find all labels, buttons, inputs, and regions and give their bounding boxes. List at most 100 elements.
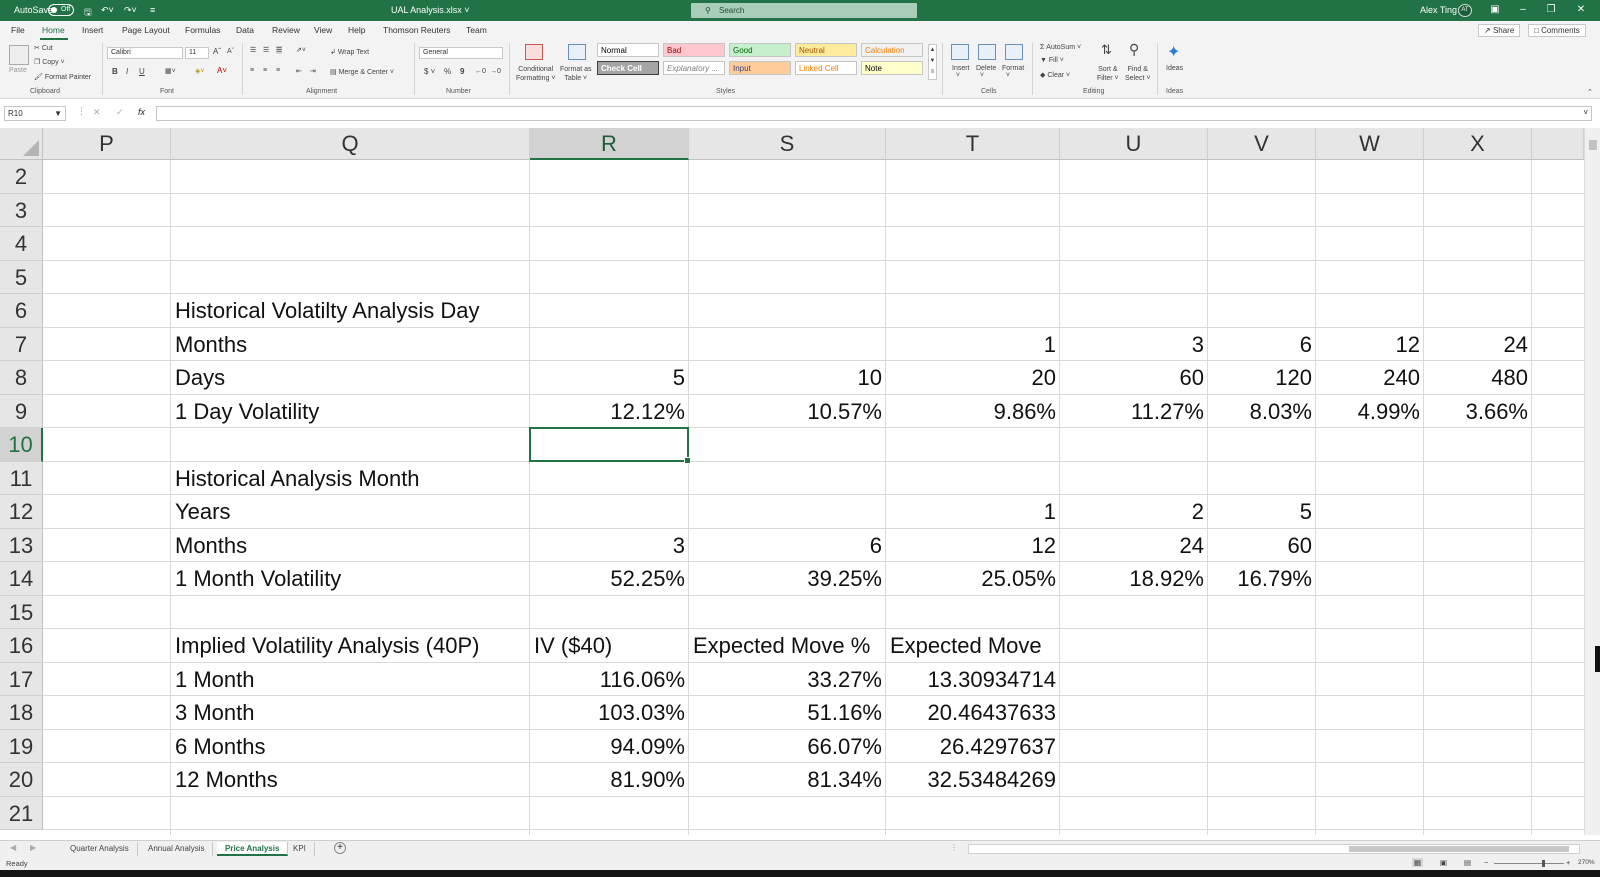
column-header-v[interactable]: V: [1208, 128, 1316, 160]
cell-t16[interactable]: Expected Move: [890, 629, 1042, 663]
column-header-s[interactable]: S: [689, 128, 886, 160]
cell-q7[interactable]: Months: [175, 328, 247, 362]
row-header-21[interactable]: 21: [0, 796, 43, 830]
increase-indent-icon[interactable]: ⇥: [310, 67, 316, 75]
format-cells-button[interactable]: Format ˅: [1002, 65, 1024, 79]
cell-s8[interactable]: 10: [693, 361, 882, 395]
column-header-q[interactable]: Q: [171, 128, 530, 160]
column-header-x[interactable]: X: [1424, 128, 1532, 160]
merge-center-button[interactable]: ▤ Merge & Center ˅: [330, 68, 394, 76]
cell-q8[interactable]: Days: [175, 361, 225, 395]
align-top-icon[interactable]: ☰: [250, 46, 256, 54]
cell-s13[interactable]: 6: [693, 529, 882, 563]
row-header-4[interactable]: 4: [0, 227, 43, 261]
cell-style-bad[interactable]: Bad: [663, 43, 725, 57]
cell-u9[interactable]: 11.27%: [1064, 395, 1204, 429]
row-header-2[interactable]: 2: [0, 160, 43, 194]
fill-button[interactable]: ▼ Fill ˅: [1040, 57, 1064, 64]
user-name[interactable]: Alex Ting: [1420, 5, 1457, 15]
cell-r20[interactable]: 81.90%: [534, 763, 685, 797]
cell-t13[interactable]: 12: [890, 529, 1056, 563]
ribbon-display-icon[interactable]: ▣: [1484, 3, 1506, 17]
row-header-3[interactable]: 3: [0, 193, 43, 227]
currency-button[interactable]: $ ˅: [424, 67, 435, 76]
sheet-tab-quarter-analysis[interactable]: Quarter Analysis: [62, 842, 138, 856]
tab-home[interactable]: Home: [42, 25, 65, 35]
column-header-w[interactable]: W: [1316, 128, 1424, 160]
cell-t8[interactable]: 20: [890, 361, 1056, 395]
cell-style-normal[interactable]: Normal: [597, 43, 659, 57]
column-header-partial[interactable]: [1532, 128, 1584, 160]
cell-t7[interactable]: 1: [890, 328, 1056, 362]
find-select-icon[interactable]: ⚲: [1129, 41, 1139, 58]
cut-button[interactable]: ✂ Cut: [34, 44, 53, 52]
autosum-button[interactable]: Σ AutoSum ˅: [1040, 44, 1081, 51]
zoom-in-icon[interactable]: +: [1566, 858, 1570, 867]
cell-t19[interactable]: 26.4297637: [890, 730, 1056, 764]
conditional-formatting-button[interactable]: Conditional Formatting ˅: [516, 65, 556, 83]
row-header-6[interactable]: 6: [0, 294, 43, 328]
tab-view[interactable]: View: [314, 25, 332, 35]
percent-button[interactable]: %: [444, 67, 451, 76]
ideas-button[interactable]: Ideas: [1166, 65, 1183, 72]
cell-s17[interactable]: 33.27%: [693, 663, 882, 697]
cell-style-note[interactable]: Note: [861, 61, 923, 75]
insert-cells-button[interactable]: Insert ˅: [952, 65, 970, 79]
zoom-slider-thumb[interactable]: [1542, 860, 1545, 867]
decrease-font-icon[interactable]: Aˇ: [227, 48, 234, 55]
cell-s14[interactable]: 39.25%: [693, 562, 882, 596]
borders-icon[interactable]: ▦˅: [165, 67, 176, 75]
align-right-icon[interactable]: ≡: [276, 67, 280, 74]
name-box-dropdown-icon[interactable]: ▼: [54, 107, 62, 120]
row-header-15[interactable]: 15: [0, 595, 43, 629]
page-break-view-icon[interactable]: ▤: [1464, 858, 1471, 867]
tab-insert[interactable]: Insert: [82, 25, 103, 35]
tab-data[interactable]: Data: [236, 25, 254, 35]
cell-r17[interactable]: 116.06%: [534, 663, 685, 697]
conditional-formatting-icon[interactable]: [525, 44, 543, 60]
sheet-tab-annual-analysis[interactable]: Annual Analysis: [140, 842, 214, 856]
cell-style-check-cell[interactable]: Check Cell: [597, 61, 659, 75]
format-as-table-button[interactable]: Format as Table ˅: [560, 65, 592, 83]
fill-color-icon[interactable]: ◈˅: [195, 67, 204, 75]
restore-icon[interactable]: ❐: [1540, 3, 1562, 17]
tab-split-handle-icon[interactable]: ⋮: [950, 843, 958, 852]
cell-t20[interactable]: 32.53484269: [890, 763, 1056, 797]
orientation-icon[interactable]: ⇗˅: [296, 46, 306, 54]
cell-v7[interactable]: 6: [1212, 328, 1312, 362]
cell-q14[interactable]: 1 Month Volatility: [175, 562, 341, 596]
format-painter-button[interactable]: 🖌 Format Painter: [34, 73, 91, 81]
vertical-scrollbar[interactable]: [1584, 128, 1600, 835]
collapse-ribbon-icon[interactable]: ⌃: [1587, 88, 1593, 96]
cell-t17[interactable]: 13.30934714: [890, 663, 1056, 697]
cell-q11[interactable]: Historical Analysis Month: [175, 462, 420, 496]
bold-button[interactable]: B: [112, 67, 118, 76]
cell-style-input[interactable]: Input: [729, 61, 791, 75]
active-cell-selection[interactable]: [529, 427, 691, 463]
row-header-13[interactable]: 13: [0, 528, 43, 562]
minimize-icon[interactable]: –: [1512, 3, 1534, 17]
cell-x9[interactable]: 3.66%: [1428, 395, 1528, 429]
name-box[interactable]: R10 ▼: [4, 106, 66, 121]
copy-button[interactable]: ❐ Copy ˅: [34, 58, 65, 66]
cell-x8[interactable]: 480: [1428, 361, 1528, 395]
tab-help[interactable]: Help: [348, 25, 365, 35]
cell-r16[interactable]: IV ($40): [534, 629, 612, 663]
align-center-icon[interactable]: ≡: [263, 67, 267, 74]
row-header-7[interactable]: 7: [0, 327, 43, 361]
font-name-select[interactable]: Calibri: [107, 47, 183, 59]
paste-icon[interactable]: [9, 45, 29, 65]
cell-v8[interactable]: 120: [1212, 361, 1312, 395]
cell-q17[interactable]: 1 Month: [175, 663, 255, 697]
cell-v12[interactable]: 5: [1212, 495, 1312, 529]
normal-view-icon[interactable]: ▦: [1412, 858, 1424, 867]
row-header-11[interactable]: 11: [0, 461, 43, 495]
zoom-out-icon[interactable]: −: [1484, 858, 1488, 867]
row-header-19[interactable]: 19: [0, 729, 43, 763]
cell-w9[interactable]: 4.99%: [1320, 395, 1420, 429]
expand-formula-bar-icon[interactable]: ˅: [1583, 108, 1588, 117]
format-as-table-icon[interactable]: [568, 44, 586, 60]
undo-icon[interactable]: ↶˅: [101, 5, 114, 16]
cell-q6[interactable]: Historical Volatilty Analysis Day: [175, 294, 479, 328]
cancel-entry-icon[interactable]: ✕: [93, 107, 101, 118]
